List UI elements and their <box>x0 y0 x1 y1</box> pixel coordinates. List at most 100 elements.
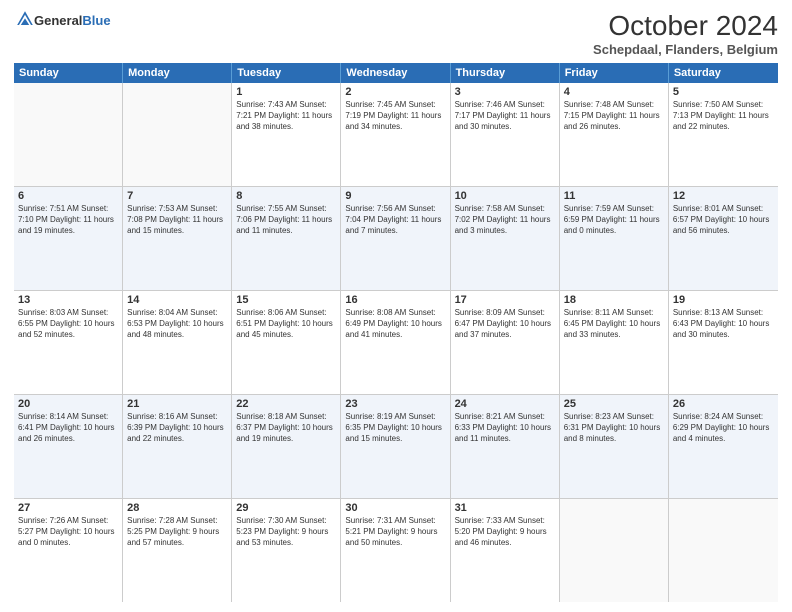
week-row-4: 20 Sunrise: 8:14 AM Sunset: 6:41 PM Dayli… <box>14 395 778 499</box>
cal-cell: 28 Sunrise: 7:28 AM Sunset: 5:25 PM Dayli… <box>123 499 232 602</box>
cell-info: Sunrise: 7:31 AM Sunset: 5:21 PM Dayligh… <box>345 516 445 548</box>
cal-cell: 22 Sunrise: 8:18 AM Sunset: 6:37 PM Dayli… <box>232 395 341 498</box>
cell-info: Sunrise: 8:14 AM Sunset: 6:41 PM Dayligh… <box>18 412 118 444</box>
day-number: 10 <box>455 190 555 202</box>
cal-cell <box>669 499 778 602</box>
day-number: 16 <box>345 294 445 306</box>
header-day-thursday: Thursday <box>451 63 560 83</box>
day-number: 18 <box>564 294 664 306</box>
day-number: 28 <box>127 502 227 514</box>
cell-info: Sunrise: 8:11 AM Sunset: 6:45 PM Dayligh… <box>564 308 664 340</box>
header-day-saturday: Saturday <box>669 63 778 83</box>
cal-cell: 1 Sunrise: 7:43 AM Sunset: 7:21 PM Daylig… <box>232 83 341 186</box>
week-row-1: 1 Sunrise: 7:43 AM Sunset: 7:21 PM Daylig… <box>14 83 778 187</box>
cell-info: Sunrise: 7:28 AM Sunset: 5:25 PM Dayligh… <box>127 516 227 548</box>
day-number: 24 <box>455 398 555 410</box>
cal-cell <box>14 83 123 186</box>
cal-cell: 21 Sunrise: 8:16 AM Sunset: 6:39 PM Dayli… <box>123 395 232 498</box>
cal-cell: 23 Sunrise: 8:19 AM Sunset: 6:35 PM Dayli… <box>341 395 450 498</box>
cal-cell: 27Sunrise: 7:26 AM Sunset: 5:27 PM Dayli… <box>14 499 123 602</box>
calendar: SundayMondayTuesdayWednesdayThursdayFrid… <box>14 63 778 602</box>
cal-cell: 17Sunrise: 8:09 AM Sunset: 6:47 PM Dayli… <box>451 291 560 394</box>
cell-info: Sunrise: 8:24 AM Sunset: 6:29 PM Dayligh… <box>673 412 774 444</box>
day-number: 29 <box>236 502 336 514</box>
calendar-body: 1 Sunrise: 7:43 AM Sunset: 7:21 PM Daylig… <box>14 83 778 602</box>
cal-cell: 7 Sunrise: 7:53 AM Sunset: 7:08 PM Daylig… <box>123 187 232 290</box>
day-number: 8 <box>236 190 336 202</box>
cell-info: Sunrise: 8:04 AM Sunset: 6:53 PM Dayligh… <box>127 308 227 340</box>
day-number: 25 <box>564 398 664 410</box>
day-number: 19 <box>673 294 774 306</box>
week-row-5: 27Sunrise: 7:26 AM Sunset: 5:27 PM Dayli… <box>14 499 778 602</box>
day-number: 9 <box>345 190 445 202</box>
title-area: October 2024 Schepdaal, Flanders, Belgiu… <box>593 10 778 57</box>
cal-cell: 19 Sunrise: 8:13 AM Sunset: 6:43 PM Dayli… <box>669 291 778 394</box>
day-number: 11 <box>564 190 664 202</box>
logo-icon <box>16 10 34 28</box>
main-title: October 2024 <box>593 10 778 42</box>
cell-info: Sunrise: 8:13 AM Sunset: 6:43 PM Dayligh… <box>673 308 774 340</box>
header-day-sunday: Sunday <box>14 63 123 83</box>
header-day-tuesday: Tuesday <box>232 63 341 83</box>
day-number: 1 <box>236 86 336 98</box>
cell-info: Sunrise: 7:58 AM Sunset: 7:02 PM Dayligh… <box>455 204 555 236</box>
day-number: 3 <box>455 86 555 98</box>
cell-info: Sunrise: 7:48 AM Sunset: 7:15 PM Dayligh… <box>564 100 664 132</box>
day-number: 7 <box>127 190 227 202</box>
day-number: 22 <box>236 398 336 410</box>
cal-cell: 10 Sunrise: 7:58 AM Sunset: 7:02 PM Dayli… <box>451 187 560 290</box>
cell-info: Sunrise: 8:16 AM Sunset: 6:39 PM Dayligh… <box>127 412 227 444</box>
cell-info: Sunrise: 8:23 AM Sunset: 6:31 PM Dayligh… <box>564 412 664 444</box>
subtitle: Schepdaal, Flanders, Belgium <box>593 42 778 57</box>
cal-cell: 16Sunrise: 8:08 AM Sunset: 6:49 PM Dayli… <box>341 291 450 394</box>
cell-info: Sunrise: 8:03 AM Sunset: 6:55 PM Dayligh… <box>18 308 118 340</box>
cell-info: Sunrise: 7:51 AM Sunset: 7:10 PM Dayligh… <box>18 204 118 236</box>
cell-info: Sunrise: 7:50 AM Sunset: 7:13 PM Dayligh… <box>673 100 774 132</box>
header-day-wednesday: Wednesday <box>341 63 450 83</box>
day-number: 5 <box>673 86 774 98</box>
week-row-2: 6Sunrise: 7:51 AM Sunset: 7:10 PM Daylig… <box>14 187 778 291</box>
cell-info: Sunrise: 8:09 AM Sunset: 6:47 PM Dayligh… <box>455 308 555 340</box>
cell-info: Sunrise: 7:45 AM Sunset: 7:19 PM Dayligh… <box>345 100 445 132</box>
logo-blue-text: Blue <box>82 13 110 28</box>
day-number: 23 <box>345 398 445 410</box>
cell-info: Sunrise: 7:43 AM Sunset: 7:21 PM Dayligh… <box>236 100 336 132</box>
cell-info: Sunrise: 7:56 AM Sunset: 7:04 PM Dayligh… <box>345 204 445 236</box>
calendar-header-row: SundayMondayTuesdayWednesdayThursdayFrid… <box>14 63 778 83</box>
cal-cell: 24 Sunrise: 8:21 AM Sunset: 6:33 PM Dayli… <box>451 395 560 498</box>
cell-info: Sunrise: 7:30 AM Sunset: 5:23 PM Dayligh… <box>236 516 336 548</box>
cal-cell: 25 Sunrise: 8:23 AM Sunset: 6:31 PM Dayli… <box>560 395 669 498</box>
cell-info: Sunrise: 7:26 AM Sunset: 5:27 PM Dayligh… <box>18 516 118 548</box>
cell-info: Sunrise: 8:01 AM Sunset: 6:57 PM Dayligh… <box>673 204 774 236</box>
cell-info: Sunrise: 8:19 AM Sunset: 6:35 PM Dayligh… <box>345 412 445 444</box>
cal-cell: 13Sunrise: 8:03 AM Sunset: 6:55 PM Dayli… <box>14 291 123 394</box>
day-number: 21 <box>127 398 227 410</box>
cal-cell: 9 Sunrise: 7:56 AM Sunset: 7:04 PM Daylig… <box>341 187 450 290</box>
cell-info: Sunrise: 7:55 AM Sunset: 7:06 PM Dayligh… <box>236 204 336 236</box>
cal-cell: 26Sunrise: 8:24 AM Sunset: 6:29 PM Dayli… <box>669 395 778 498</box>
cal-cell <box>123 83 232 186</box>
cal-cell <box>560 499 669 602</box>
day-number: 31 <box>455 502 555 514</box>
cell-info: Sunrise: 8:21 AM Sunset: 6:33 PM Dayligh… <box>455 412 555 444</box>
day-number: 20 <box>18 398 118 410</box>
cell-info: Sunrise: 7:53 AM Sunset: 7:08 PM Dayligh… <box>127 204 227 236</box>
logo-area: GeneralBlue <box>14 10 111 33</box>
cal-cell: 15Sunrise: 8:06 AM Sunset: 6:51 PM Dayli… <box>232 291 341 394</box>
week-row-3: 13Sunrise: 8:03 AM Sunset: 6:55 PM Dayli… <box>14 291 778 395</box>
page: GeneralBlue October 2024 Schepdaal, Flan… <box>0 0 792 612</box>
cell-info: Sunrise: 7:33 AM Sunset: 5:20 PM Dayligh… <box>455 516 555 548</box>
cal-cell: 5 Sunrise: 7:50 AM Sunset: 7:13 PM Daylig… <box>669 83 778 186</box>
cell-info: Sunrise: 8:18 AM Sunset: 6:37 PM Dayligh… <box>236 412 336 444</box>
cal-cell: 18 Sunrise: 8:11 AM Sunset: 6:45 PM Dayli… <box>560 291 669 394</box>
cal-cell: 6Sunrise: 7:51 AM Sunset: 7:10 PM Daylig… <box>14 187 123 290</box>
cal-cell: 11 Sunrise: 7:59 AM Sunset: 6:59 PM Dayli… <box>560 187 669 290</box>
day-number: 14 <box>127 294 227 306</box>
cal-cell: 2Sunrise: 7:45 AM Sunset: 7:19 PM Daylig… <box>341 83 450 186</box>
header: GeneralBlue October 2024 Schepdaal, Flan… <box>14 10 778 57</box>
day-number: 30 <box>345 502 445 514</box>
cal-cell: 20 Sunrise: 8:14 AM Sunset: 6:41 PM Dayli… <box>14 395 123 498</box>
cell-info: Sunrise: 7:59 AM Sunset: 6:59 PM Dayligh… <box>564 204 664 236</box>
cal-cell: 14 Sunrise: 8:04 AM Sunset: 6:53 PM Dayli… <box>123 291 232 394</box>
cal-cell: 31 Sunrise: 7:33 AM Sunset: 5:20 PM Dayli… <box>451 499 560 602</box>
